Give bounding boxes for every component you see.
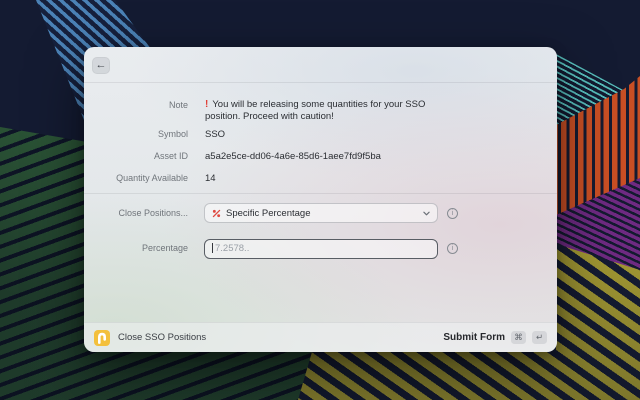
symbol-row: Symbol SSO	[84, 129, 557, 140]
window-header: ←	[84, 47, 557, 83]
back-arrow-icon: ←	[96, 60, 107, 71]
command-title: Close SSO Positions	[118, 332, 206, 343]
back-button[interactable]: ←	[92, 57, 110, 74]
extension-app-icon	[94, 330, 110, 346]
note-text: !You will be releasing some quantities f…	[205, 99, 457, 123]
note-row: Note !You will be releasing some quantit…	[84, 99, 557, 123]
close-positions-dropdown[interactable]: Specific Percentage	[204, 203, 438, 223]
window-footer: Close SSO Positions Submit Form ⌘ ↵	[84, 322, 557, 352]
command-window: ← Note !You will be releasing some quant…	[84, 47, 557, 352]
chevron-down-icon	[423, 211, 430, 216]
percentage-row: Percentage i	[84, 238, 557, 259]
asset-id-row: Asset ID a5a2e5ce-dd06-4a6e-85d6-1aee7fd…	[84, 151, 557, 162]
quantity-available-value: 14	[205, 173, 216, 184]
asset-id-label: Asset ID	[84, 151, 188, 161]
quantity-available-row: Quantity Available 14	[84, 173, 557, 184]
command-key-icon: ⌘	[511, 331, 526, 344]
percentage-input[interactable]	[204, 239, 438, 259]
return-key-icon: ↵	[532, 331, 547, 344]
section-divider	[84, 193, 557, 194]
percentage-info-icon[interactable]: i	[447, 243, 458, 254]
percent-icon	[212, 209, 221, 218]
quantity-available-label: Quantity Available	[84, 173, 188, 183]
close-positions-label: Close Positions...	[84, 203, 188, 223]
close-positions-row: Close Positions... Specific Percentage i	[84, 203, 557, 223]
percentage-label: Percentage	[84, 238, 188, 258]
close-positions-info-icon[interactable]: i	[447, 208, 458, 219]
text-caret	[212, 243, 213, 253]
asset-id-value: a5a2e5ce-dd06-4a6e-85d6-1aee7fd9f5ba	[205, 151, 381, 162]
symbol-label: Symbol	[84, 129, 188, 139]
submit-form-button[interactable]: Submit Form	[443, 332, 505, 343]
note-label: Note	[84, 99, 188, 111]
dropdown-selected-value: Specific Percentage	[226, 208, 311, 219]
warning-icon: !	[205, 99, 208, 110]
symbol-value: SSO	[205, 129, 225, 140]
